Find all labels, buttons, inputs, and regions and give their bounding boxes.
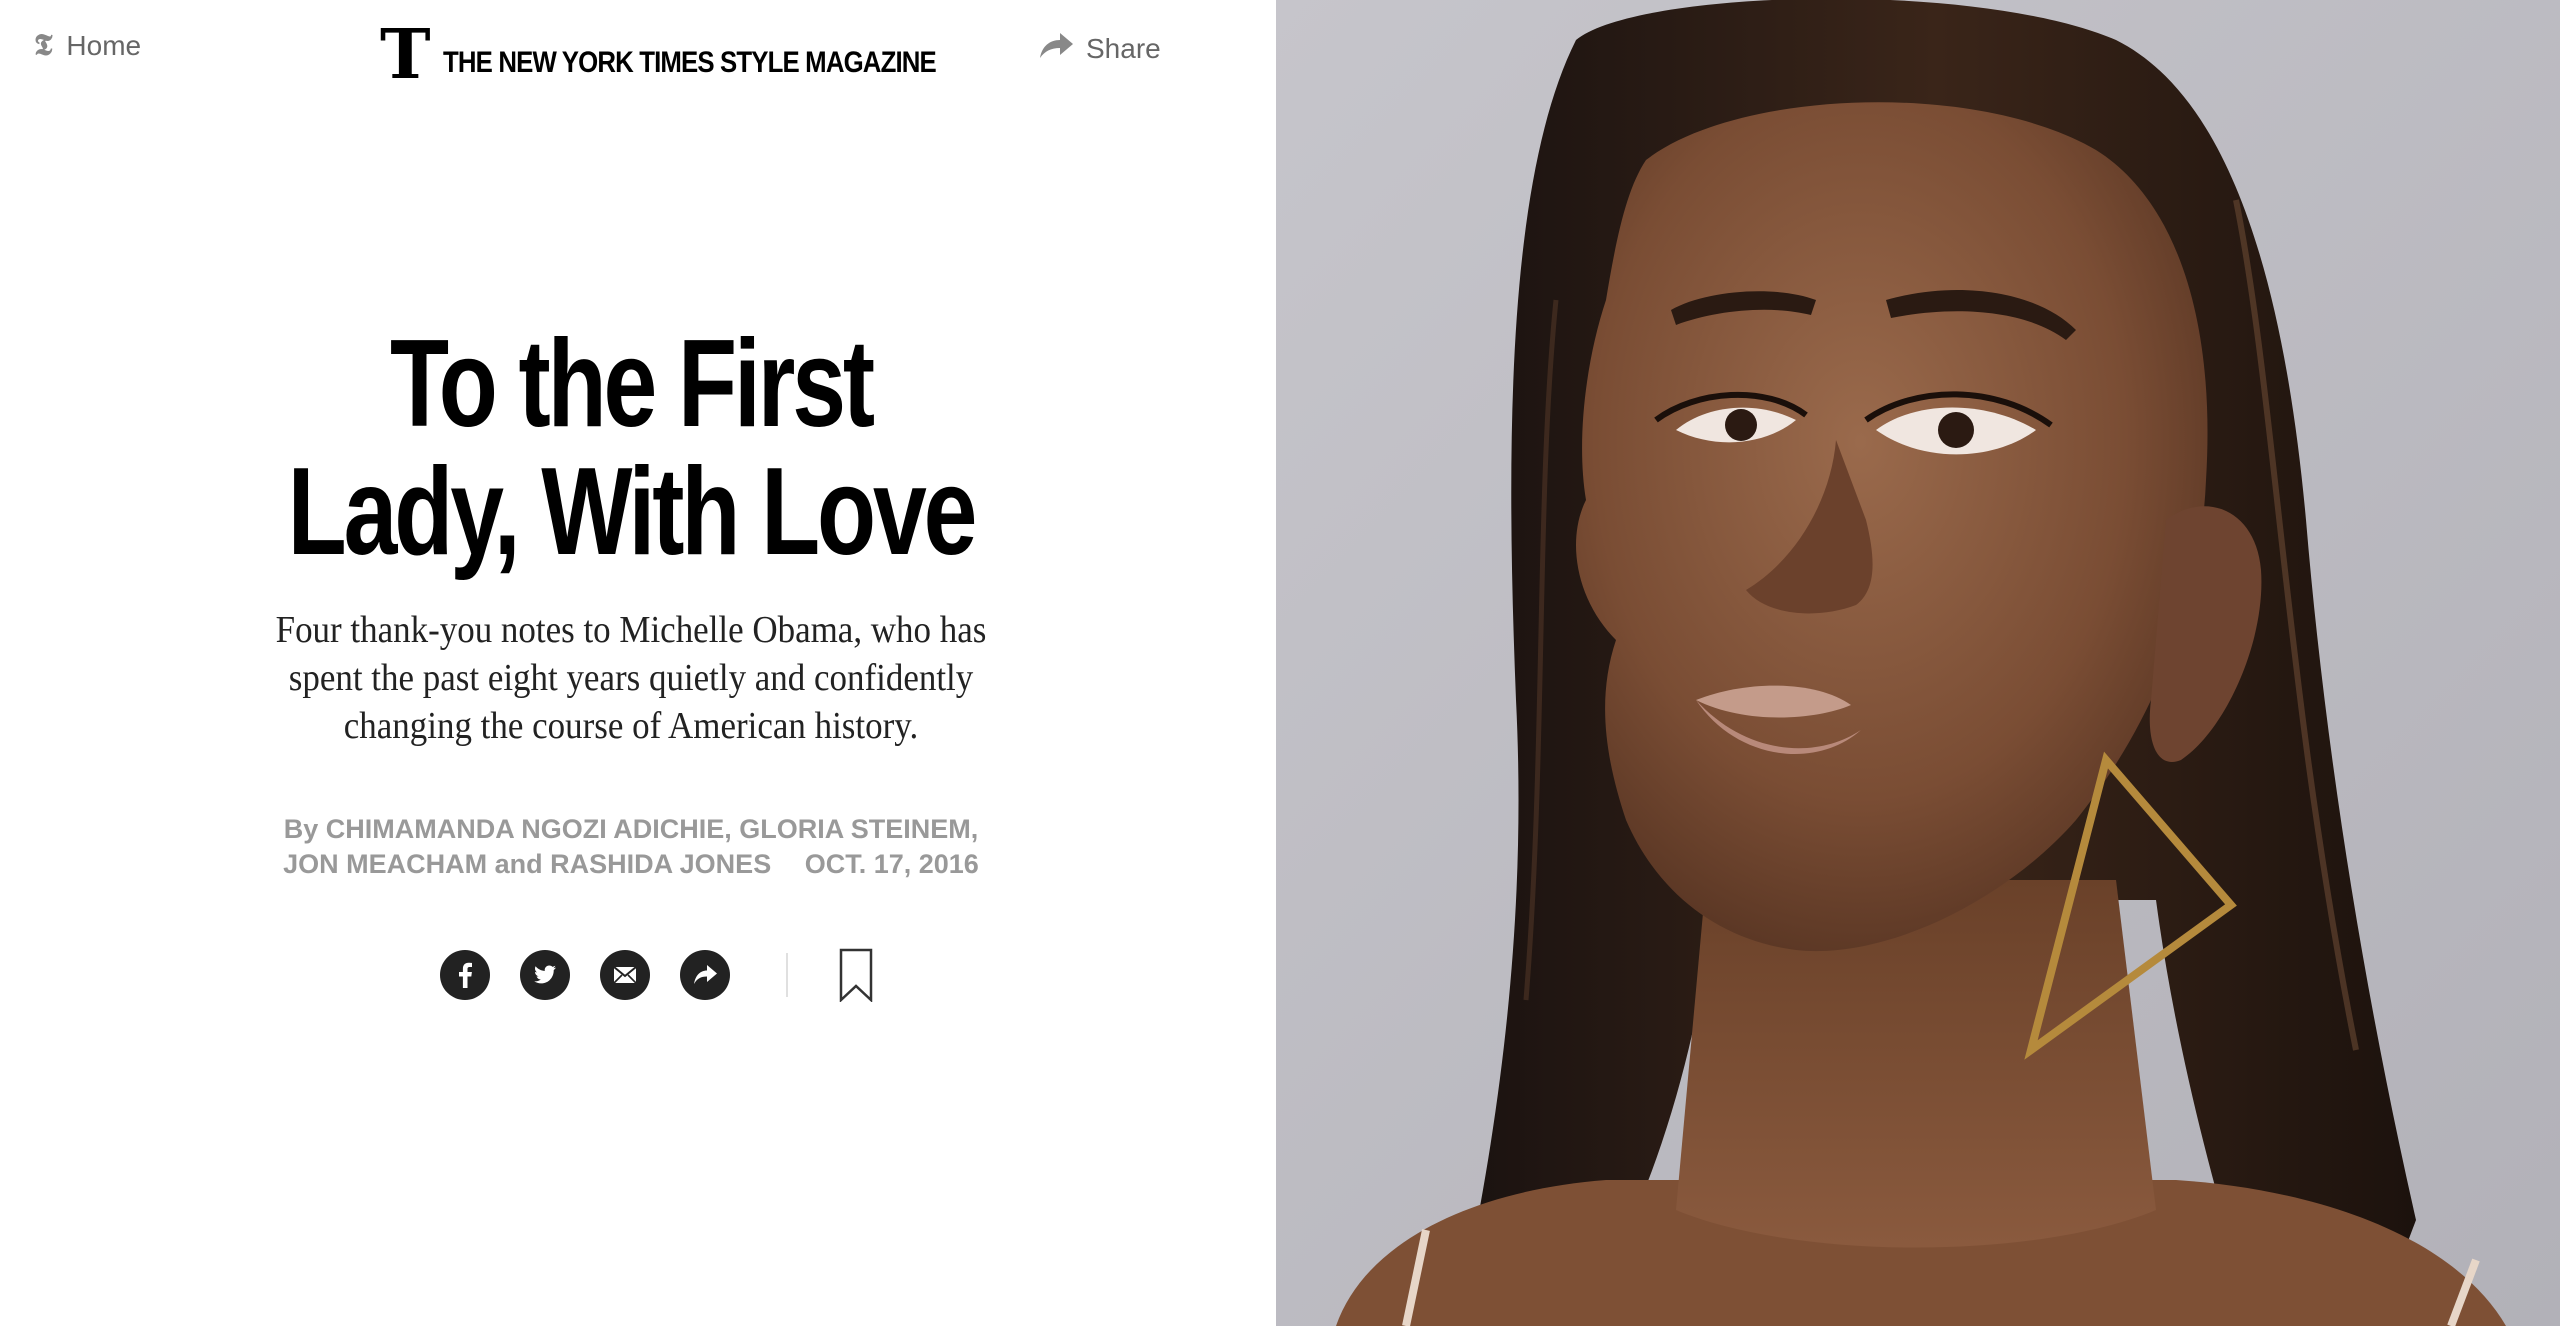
twitter-share-button[interactable] xyxy=(520,950,570,1000)
share-link-label: Share xyxy=(1086,32,1161,64)
share-link[interactable]: Share xyxy=(1038,30,1161,67)
email-share-button[interactable] xyxy=(600,950,650,1000)
masthead-logo[interactable]: T THE NEW YORK TIMES STYLE MAGAZINE xyxy=(380,15,1016,95)
headline-container: To the First Lady, With Love xyxy=(0,320,1262,576)
social-share-bar xyxy=(440,948,874,1002)
byline-authors-2: JON MEACHAM and RASHIDA JONES xyxy=(283,849,772,879)
more-share-button[interactable] xyxy=(680,950,730,1000)
facebook-share-button[interactable] xyxy=(440,950,490,1000)
publish-date: OCT. 17, 2016 xyxy=(804,849,979,879)
article-header-panel: 𝕿 Home T THE NEW YORK TIMES STYLE MAGAZI… xyxy=(0,0,1276,1326)
article-summary: Four thank-you notes to Michelle Obama, … xyxy=(0,606,1262,750)
byline-prefix: By xyxy=(283,814,319,844)
article-summary-text: Four thank-you notes to Michelle Obama, … xyxy=(275,609,987,747)
share-arrow-icon xyxy=(694,965,717,984)
social-divider xyxy=(786,953,788,997)
home-link-label: Home xyxy=(66,30,142,61)
byline-line-2: JON MEACHAM and RASHIDA JONES OCT. 17, 2… xyxy=(0,847,1262,882)
headline-line-2: Lady, With Love xyxy=(287,443,978,581)
byline-line-1: By CHIMAMANDA NGOZI ADICHIE, GLORIA STEI… xyxy=(0,812,1262,847)
byline: By CHIMAMANDA NGOZI ADICHIE, GLORIA STEI… xyxy=(0,812,1262,882)
byline-authors-1: CHIMAMANDA NGOZI ADICHIE, GLORIA STEINEM… xyxy=(325,814,979,844)
article-headline: To the First Lady, With Love xyxy=(139,320,1123,576)
portrait-photo xyxy=(1276,0,2560,1326)
top-navigation-bar: 𝕿 Home T THE NEW YORK TIMES STYLE MAGAZI… xyxy=(0,0,1276,100)
masthead-title: THE NEW YORK TIMES STYLE MAGAZINE xyxy=(442,46,937,79)
share-arrow-icon xyxy=(1038,30,1074,67)
t-magazine-logo-icon: T xyxy=(380,15,431,95)
twitter-icon xyxy=(534,965,556,984)
portrait-illustration xyxy=(1276,0,2560,1326)
facebook-icon xyxy=(459,962,472,988)
home-link[interactable]: 𝕿 Home xyxy=(34,30,141,62)
bookmark-icon xyxy=(839,948,873,1002)
save-article-button[interactable] xyxy=(838,948,874,1002)
email-icon xyxy=(613,966,637,984)
headline-line-1: To the First xyxy=(390,315,875,453)
nyt-t-icon: 𝕿 xyxy=(34,28,53,63)
